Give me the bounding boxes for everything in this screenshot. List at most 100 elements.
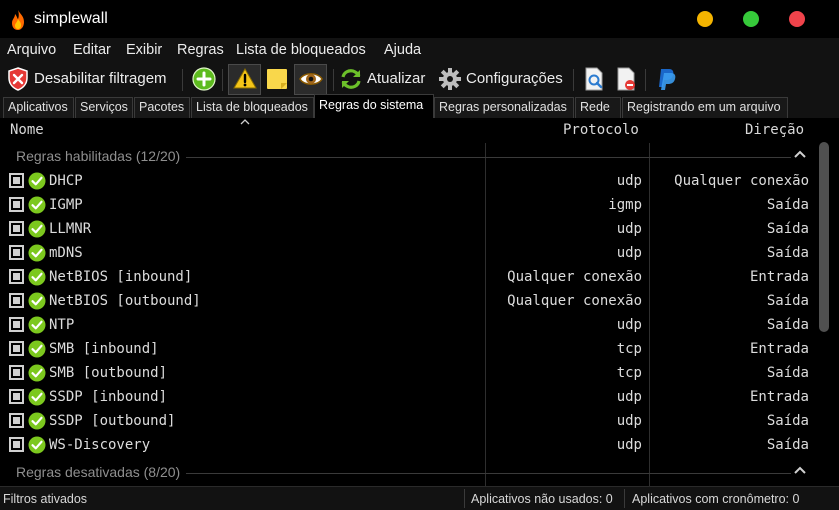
check-circle-icon: [28, 412, 46, 430]
rule-protocol: udp: [616, 389, 642, 405]
rule-protocol: udp: [616, 173, 642, 189]
group-enabled-rules[interactable]: Regras habilitadas (12/20): [0, 145, 815, 167]
status-filters: Filtros ativados: [3, 492, 88, 506]
rule-name: mDNS: [49, 245, 83, 261]
rule-name: SSDP [inbound]: [49, 389, 168, 405]
tab-registrando-em-um-arquivo[interactable]: Registrando em um arquivo: [622, 97, 788, 118]
disable-filter-label: Desabilitar filtragem: [34, 70, 167, 87]
chevron-up-icon[interactable]: [793, 464, 807, 476]
rule-checkbox[interactable]: [9, 317, 24, 332]
rule-checkbox[interactable]: [9, 293, 24, 308]
check-circle-icon: [28, 244, 46, 262]
table-row[interactable]: NTP udp Saída: [0, 313, 815, 337]
check-circle-icon: [28, 292, 46, 310]
log-search-icon[interactable]: [581, 66, 607, 92]
menu-ajuda[interactable]: Ajuda: [384, 42, 421, 58]
maximize-button[interactable]: [743, 11, 759, 27]
tab-lista-de-bloqueados[interactable]: Lista de bloqueados: [191, 97, 314, 118]
rule-protocol: udp: [616, 245, 642, 261]
table-row[interactable]: IGMP igmp Saída: [0, 193, 815, 217]
toolbar-separator: [573, 69, 574, 91]
rule-checkbox[interactable]: [9, 221, 24, 236]
rule-checkbox[interactable]: [9, 389, 24, 404]
rule-checkbox[interactable]: [9, 245, 24, 260]
menu-regras[interactable]: Regras: [177, 42, 224, 58]
rule-direction: Saída: [766, 317, 809, 333]
refresh-label: Atualizar: [367, 70, 426, 87]
toolbar-separator: [333, 69, 334, 91]
tab-regras-personalizadas[interactable]: Regras personalizadas: [434, 97, 574, 118]
table-row[interactable]: SMB [inbound] tcp Entrada: [0, 337, 815, 361]
rules-list[interactable]: Nome Protocolo Direção Regras habilitada…: [0, 118, 839, 486]
title-bar: simplewall: [0, 0, 839, 38]
table-row[interactable]: DHCP udp Qualquer conexão: [0, 169, 815, 193]
rule-checkbox[interactable]: [9, 437, 24, 452]
rule-direction: Saída: [766, 413, 809, 429]
rule-checkbox[interactable]: [9, 173, 24, 188]
tab-rede[interactable]: Rede: [575, 97, 621, 118]
table-row[interactable]: WS-Discovery udp Saída: [0, 433, 815, 457]
rule-checkbox[interactable]: [9, 365, 24, 380]
table-row[interactable]: NetBIOS [outbound] Qualquer conexão Saída: [0, 289, 815, 313]
rule-checkbox[interactable]: [9, 197, 24, 212]
menu-lista-de-bloqueados[interactable]: Lista de bloqueados: [236, 42, 366, 58]
rule-checkbox[interactable]: [9, 269, 24, 284]
rule-name: WS-Discovery: [49, 437, 151, 453]
table-row[interactable]: SMB [outbound] tcp Saída: [0, 361, 815, 385]
rule-name: NetBIOS [outbound]: [49, 293, 201, 309]
chevron-up-icon[interactable]: [793, 148, 807, 160]
scrollbar-thumb[interactable]: [819, 142, 829, 332]
menu-arquivo[interactable]: Arquivo: [7, 42, 56, 58]
rule-direction: Saída: [766, 245, 809, 261]
toolbar-separator: [182, 69, 183, 91]
table-row[interactable]: SSDP [outbound] udp Saída: [0, 409, 815, 433]
rule-name: SSDP [outbound]: [49, 413, 176, 429]
tab-servicos[interactable]: Serviços: [75, 97, 133, 118]
menu-bar: Arquivo Editar Exibir Regras Lista de bl…: [0, 38, 839, 63]
tab-aplicativos[interactable]: Aplicativos: [3, 97, 74, 118]
check-circle-icon: [28, 388, 46, 406]
rule-protocol: tcp: [616, 341, 642, 357]
rule-protocol: udp: [616, 413, 642, 429]
column-direction[interactable]: Direção: [745, 122, 804, 138]
check-circle-icon: [28, 316, 46, 334]
group-disabled-rules[interactable]: Regras desativadas (8/20): [0, 461, 815, 483]
table-row[interactable]: SSDP [inbound] udp Entrada: [0, 385, 815, 409]
rule-protocol: udp: [616, 437, 642, 453]
tab-regras-do-sistema[interactable]: Regras do sistema: [314, 94, 434, 119]
rule-name: DHCP: [49, 173, 83, 189]
toolbar: Desabilitar filtragem Atualizar Configur…: [0, 63, 839, 96]
rule-direction: Saída: [766, 365, 809, 381]
log-clear-icon[interactable]: [613, 66, 639, 92]
menu-editar[interactable]: Editar: [73, 42, 111, 58]
tab-bar: Aplicativos Serviços Pacotes Lista de bl…: [0, 94, 839, 119]
paypal-icon[interactable]: [653, 66, 679, 92]
status-bar: Filtros ativados Aplicativos não usados:…: [0, 486, 839, 510]
table-row[interactable]: NetBIOS [inbound] Qualquer conexão Entrada: [0, 265, 815, 289]
rule-direction: Saída: [766, 221, 809, 237]
toolbar-separator: [645, 69, 646, 91]
column-protocol[interactable]: Protocolo: [563, 122, 639, 138]
note-icon[interactable]: [264, 66, 290, 92]
sort-ascending-icon: [240, 119, 250, 125]
warning-icon: [233, 68, 257, 89]
rule-name: NTP: [49, 317, 75, 333]
check-circle-icon: [28, 220, 46, 238]
column-name[interactable]: Nome: [10, 122, 44, 138]
column-header: Nome Protocolo Direção: [0, 118, 839, 143]
rule-checkbox[interactable]: [9, 413, 24, 428]
status-unused-apps: Aplicativos não usados: 0: [471, 492, 613, 506]
close-button[interactable]: [789, 11, 805, 27]
add-icon[interactable]: [191, 66, 217, 92]
rule-checkbox[interactable]: [9, 341, 24, 356]
rule-name: IGMP: [49, 197, 83, 213]
minimize-button[interactable]: [697, 11, 713, 27]
table-row[interactable]: mDNS udp Saída: [0, 241, 815, 265]
table-row[interactable]: LLMNR udp Saída: [0, 217, 815, 241]
rule-direction: Entrada: [749, 269, 809, 285]
tab-pacotes[interactable]: Pacotes: [134, 97, 190, 118]
menu-exibir[interactable]: Exibir: [126, 42, 162, 58]
rule-direction: Entrada: [749, 389, 809, 405]
toolbar-separator: [222, 69, 223, 91]
group-label: Regras desativadas (8/20): [16, 464, 187, 480]
